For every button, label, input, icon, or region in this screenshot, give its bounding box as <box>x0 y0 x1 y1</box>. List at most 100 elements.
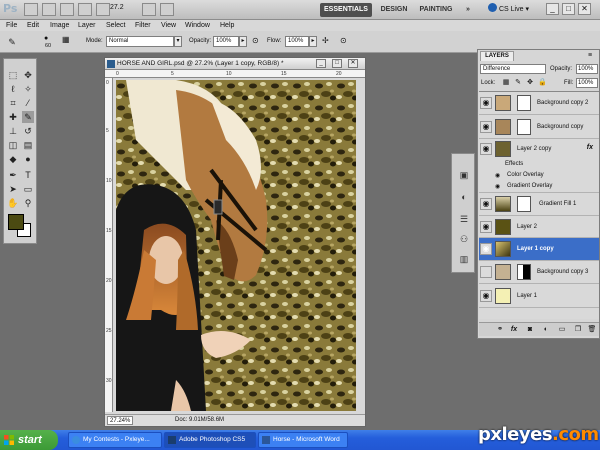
view-extras-icon[interactable] <box>60 3 74 16</box>
visibility-eye-icon[interactable]: ◉ <box>480 143 492 155</box>
blur-tool-icon[interactable]: ◆ <box>7 153 19 165</box>
lock-transparency-icon[interactable]: ▦ <box>502 79 510 87</box>
fill-field[interactable]: 100% <box>576 78 598 88</box>
layer-row-background-copy-2[interactable]: ◉ Background copy 2 <box>479 92 599 115</box>
color-panel-icon[interactable]: ▣ <box>457 168 471 182</box>
mini-bridge-icon[interactable] <box>42 3 56 16</box>
menu-window[interactable]: Window <box>183 20 212 31</box>
layer-mask-thumbnail[interactable] <box>517 196 531 212</box>
shape-tool-icon[interactable]: ▭ <box>22 183 34 195</box>
brush-panel-icon[interactable]: ▦ <box>62 35 70 44</box>
effect-row-gradient-overlay[interactable]: ◉ Gradient Overlay <box>479 181 599 193</box>
gradient-tool-icon[interactable]: ▤ <box>22 139 34 151</box>
layer-row-layer-2-copy[interactable]: ◉ Layer 2 copy fx <box>479 139 599 159</box>
add-layer-style-icon[interactable]: fx <box>509 325 519 335</box>
visibility-eye-icon[interactable]: ◉ <box>480 198 492 210</box>
path-selection-tool-icon[interactable]: ➤ <box>7 183 19 195</box>
foreground-color-swatch[interactable] <box>8 214 24 230</box>
flow-arrow-icon[interactable]: ▸ <box>309 36 317 47</box>
effect-eye-icon[interactable]: ◉ <box>495 183 500 190</box>
document-minimize-button[interactable]: _ <box>316 59 326 68</box>
type-tool-icon[interactable]: T <box>22 169 34 181</box>
airbrush-icon[interactable]: ✢ <box>322 36 329 45</box>
brush-tip-icon[interactable]: ● <box>44 35 48 42</box>
maximize-button[interactable]: □ <box>562 3 575 15</box>
effects-row[interactable]: Effects <box>479 159 599 170</box>
layer-row-background-copy-3[interactable]: ◉ Background copy 3 <box>479 261 599 284</box>
marquee-tool-icon[interactable]: ⬚ <box>7 69 19 81</box>
document-zoom-field[interactable]: 27.24% <box>107 416 133 425</box>
brush-preset-icon[interactable]: ✎ <box>6 36 18 48</box>
lock-all-icon[interactable]: 🔒 <box>538 79 547 87</box>
quick-select-tool-icon[interactable]: ✧ <box>22 83 34 95</box>
visibility-eye-icon[interactable]: ◉ <box>480 121 492 133</box>
history-panel-icon[interactable]: ▥ <box>457 252 471 266</box>
paths-panel-icon[interactable]: ⚇ <box>457 232 471 246</box>
screen-mode-icon[interactable] <box>160 3 174 16</box>
delete-layer-icon[interactable]: 🗑 <box>587 325 597 335</box>
link-layers-icon[interactable]: ⚭ <box>495 325 505 335</box>
arrange-documents-icon[interactable] <box>142 3 156 16</box>
history-brush-tool-icon[interactable]: ↺ <box>22 125 34 137</box>
menu-filter[interactable]: Filter <box>133 20 153 31</box>
layer-mask-thumbnail[interactable] <box>517 264 531 280</box>
document-size-info[interactable]: Doc: 9.01M/58.6M <box>175 417 224 423</box>
channels-panel-icon[interactable]: ☰ <box>457 212 471 226</box>
zoom-level-icon[interactable] <box>96 3 110 16</box>
blend-mode-select[interactable]: Difference <box>480 64 546 74</box>
pen-tool-icon[interactable]: ✒ <box>7 169 19 181</box>
visibility-eye-icon[interactable]: ◉ <box>480 290 492 302</box>
cs-live-button[interactable]: CS Live ▾ <box>488 3 529 17</box>
opacity-field[interactable]: 100% <box>213 36 239 47</box>
hand-tool-icon[interactable] <box>78 3 92 16</box>
layer-row-gradient-fill-1[interactable]: ◉ Gradient Fill 1 <box>479 193 599 216</box>
hand-tool-icon[interactable]: ✋ <box>7 197 19 209</box>
layer-row-layer-2[interactable]: ◉ Layer 2 <box>479 216 599 238</box>
zoom-tool-icon[interactable]: ⚲ <box>22 197 34 209</box>
lock-position-icon[interactable]: ✥ <box>526 79 534 87</box>
taskbar-item-word[interactable]: Horse - Microsoft Word <box>258 432 348 448</box>
effect-eye-icon[interactable]: ◉ <box>495 172 500 179</box>
menu-image[interactable]: Image <box>48 20 71 31</box>
more-workspaces-button[interactable]: » <box>462 3 474 17</box>
healing-brush-tool-icon[interactable]: ✚ <box>7 111 19 123</box>
layer-row-layer-1[interactable]: ◉ Layer 1 <box>479 284 599 308</box>
mode-select[interactable]: Normal <box>106 36 174 47</box>
horizontal-ruler[interactable]: 0 5 10 15 20 <box>105 70 365 78</box>
layer-mask-thumbnail[interactable] <box>517 119 531 135</box>
menu-file[interactable]: File <box>4 20 19 31</box>
vertical-ruler[interactable]: 0 5 10 15 20 25 30 <box>105 78 113 412</box>
workspace-design-button[interactable]: DESIGN <box>376 3 412 17</box>
adjustment-layer-icon[interactable]: ◐ <box>541 325 551 335</box>
layer-opacity-field[interactable]: 100% <box>576 64 598 74</box>
layers-tab[interactable]: LAYERS <box>480 51 514 61</box>
visibility-eye-icon[interactable]: ◉ <box>480 266 492 278</box>
menu-layer[interactable]: Layer <box>76 20 98 31</box>
adjustments-panel-icon[interactable]: ◐ <box>457 190 471 204</box>
effect-row-color-overlay[interactable]: ◉ Color Overlay <box>479 170 599 181</box>
add-mask-icon[interactable]: ◙ <box>525 325 535 335</box>
mode-dropdown-arrow-icon[interactable]: ▾ <box>174 36 182 47</box>
taskbar-item-browser[interactable]: My Contests - Pxleye... <box>68 432 162 448</box>
lasso-tool-icon[interactable]: ℓ <box>7 83 19 95</box>
crop-tool-icon[interactable]: ⌗ <box>7 97 19 109</box>
layer-effects-icon[interactable]: fx <box>587 144 593 151</box>
new-group-icon[interactable]: ▭ <box>557 325 567 335</box>
brush-tool-icon[interactable]: ✎ <box>22 111 34 123</box>
layer-row-background-copy[interactable]: ◉ Background copy <box>479 115 599 139</box>
bridge-icon[interactable] <box>24 3 38 16</box>
close-button[interactable]: ✕ <box>578 3 591 15</box>
zoom-level-field[interactable]: 27.2 <box>110 4 138 16</box>
start-button[interactable]: start <box>0 430 58 450</box>
taskbar-item-photoshop[interactable]: Adobe Photoshop CS5 <box>164 432 256 448</box>
menu-edit[interactable]: Edit <box>25 20 41 31</box>
opacity-arrow-icon[interactable]: ▸ <box>239 36 247 47</box>
dodge-tool-icon[interactable]: ● <box>22 153 34 165</box>
image-canvas[interactable] <box>116 80 356 411</box>
clone-stamp-tool-icon[interactable]: ⊥ <box>7 125 19 137</box>
panel-menu-icon[interactable]: ≡ <box>588 52 592 59</box>
minimize-button[interactable]: _ <box>546 3 559 15</box>
document-title[interactable]: HORSE AND GIRL.psd @ 27.2% (Layer 1 copy… <box>105 58 365 70</box>
menu-help[interactable]: Help <box>218 20 236 31</box>
visibility-eye-icon[interactable]: ◉ <box>480 243 492 255</box>
